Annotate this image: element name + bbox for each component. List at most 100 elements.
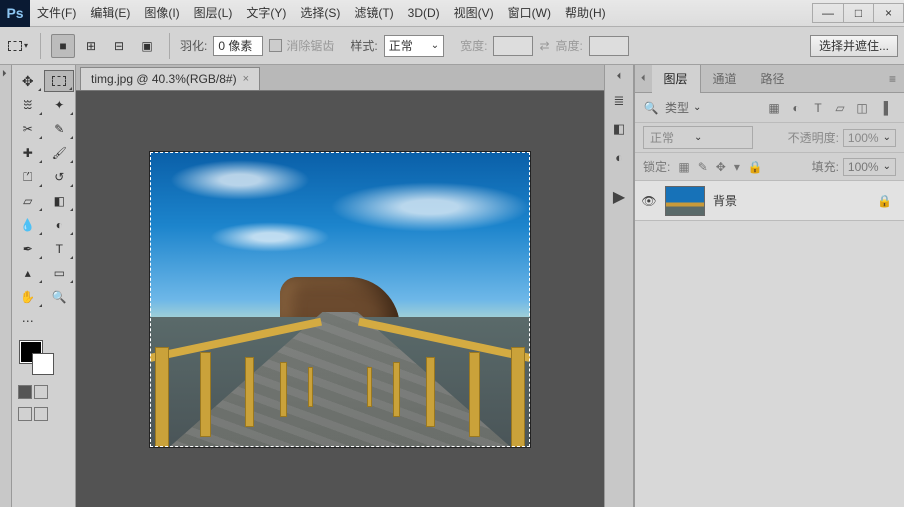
adjustments-panel-icon[interactable]: ◐	[609, 148, 629, 166]
menu-help[interactable]: 帮助(H)	[558, 0, 613, 27]
history-brush-tool[interactable]: ↺	[45, 166, 75, 188]
lock-trans-icon[interactable]: ▦	[678, 160, 689, 174]
menu-filter[interactable]: 滤镜(T)	[347, 0, 400, 27]
history-panel-icon[interactable]: ≣	[609, 92, 629, 110]
wand-icon: ✦	[54, 98, 64, 112]
menu-layer[interactable]: 图层(L)	[187, 0, 240, 27]
eraser-icon: ▱	[23, 194, 32, 208]
style-label: 样式:	[350, 37, 377, 54]
quick-mask-button[interactable]	[18, 385, 32, 399]
menu-edit[interactable]: 编辑(E)	[83, 0, 137, 27]
background-swatch[interactable]	[32, 353, 54, 375]
marquee-tool[interactable]	[44, 70, 74, 92]
close-tab-icon[interactable]: ×	[243, 73, 249, 85]
lock-nest-icon[interactable]: ▾	[734, 160, 740, 174]
hand-tool[interactable]: ✋	[13, 286, 43, 308]
crop-tool[interactable]: ✂	[13, 118, 43, 140]
eyedropper-tool[interactable]: ✎	[45, 118, 75, 140]
actions-play-icon[interactable]: ▶	[609, 188, 629, 206]
layer-thumbnail[interactable]	[665, 186, 705, 216]
tab-layers[interactable]: 图层	[652, 65, 701, 93]
menu-select[interactable]: 选择(S)	[293, 0, 347, 27]
screen-mode-std-button[interactable]	[18, 407, 32, 421]
collapsed-panel-strip: ⏴ ≣ ◧ ◐ ▶	[604, 65, 634, 507]
layer-item-background[interactable]: 👁 背景 🔒	[635, 181, 904, 221]
pen-tool[interactable]: ✒	[13, 238, 43, 260]
dodge-tool[interactable]: ◐	[45, 214, 75, 236]
filter-type-icon[interactable]: T	[810, 100, 826, 116]
style-select[interactable]: 正常 ⌄	[384, 35, 444, 57]
filter-pixel-icon[interactable]: ▦	[766, 100, 782, 116]
expand-icon[interactable]: ⏴	[635, 73, 652, 84]
minimize-button[interactable]: —	[813, 4, 843, 22]
new-selection-button[interactable]: ■	[51, 34, 75, 58]
menu-view[interactable]: 视图(V)	[447, 0, 501, 27]
menu-window[interactable]: 窗口(W)	[501, 0, 558, 27]
screen-mode-button[interactable]	[34, 385, 48, 399]
maximize-button[interactable]: □	[843, 4, 873, 22]
filter-toggle-icon[interactable]: ▌	[880, 100, 896, 116]
path-select-tool[interactable]: ▴	[13, 262, 43, 284]
menu-file[interactable]: 文件(F)	[30, 0, 83, 27]
select-and-mask-button[interactable]: 选择并遮住...	[810, 35, 898, 57]
marquee-icon	[8, 41, 22, 51]
quick-select-tool[interactable]: ✦	[45, 94, 75, 116]
tool-preset-picker[interactable]: ▾	[6, 34, 30, 58]
height-label: 高度:	[556, 37, 583, 54]
eyedropper-icon: ✎	[54, 122, 64, 136]
spacer	[45, 310, 75, 332]
blend-row: 正常 ⌄ 不透明度: 100% ⌄	[635, 123, 904, 153]
gradient-tool[interactable]: ◧	[45, 190, 75, 212]
properties-panel-icon[interactable]: ◧	[609, 120, 629, 138]
filter-type-select[interactable]: 类型 ⌄	[665, 99, 760, 116]
stamp-tool[interactable]: ⏍	[13, 166, 43, 188]
antialias-checkbox	[269, 39, 282, 52]
tab-channels[interactable]: 通道	[701, 65, 749, 93]
selection-mode-group: ■ ⊞ ⊟ ▣	[51, 34, 159, 58]
visibility-toggle[interactable]: 👁	[641, 194, 657, 208]
fill-input[interactable]: 100% ⌄	[843, 158, 896, 176]
antialias-label: 消除锯齿	[286, 37, 334, 54]
layer-name[interactable]: 背景	[713, 192, 869, 209]
history-brush-icon: ↺	[54, 170, 64, 184]
canvas-view[interactable]	[76, 91, 604, 507]
blur-tool[interactable]: 💧	[13, 214, 43, 236]
menu-type[interactable]: 文字(Y)	[239, 0, 293, 27]
type-tool[interactable]: T	[45, 238, 75, 260]
filter-smart-icon[interactable]: ◫	[854, 100, 870, 116]
lasso-icon: ꖿ	[23, 98, 32, 113]
lock-paint-icon[interactable]: ✎	[698, 160, 708, 174]
left-collapse-strip[interactable]: ⏵	[0, 65, 12, 507]
expand-icon[interactable]: ⏴	[617, 71, 622, 82]
shape-tool[interactable]: ▭	[45, 262, 75, 284]
close-button[interactable]: ×	[873, 4, 903, 22]
opacity-input[interactable]: 100% ⌄	[843, 129, 896, 147]
zoom-tool[interactable]: 🔍	[45, 286, 75, 308]
lock-all-icon[interactable]: 🔒	[748, 160, 763, 174]
filter-adjust-icon[interactable]: ◐	[788, 100, 804, 116]
subtract-selection-button[interactable]: ⊟	[107, 34, 131, 58]
filter-shape-icon[interactable]: ▱	[832, 100, 848, 116]
menu-3d[interactable]: 3D(D)	[401, 0, 447, 27]
move-tool[interactable]: ✥	[13, 70, 42, 92]
dodge-icon: ◐	[56, 218, 63, 232]
canvas-image[interactable]	[150, 152, 530, 447]
eraser-tool[interactable]: ▱	[13, 190, 43, 212]
edit-toolbar-button[interactable]: ⋯	[13, 310, 43, 332]
style-value: 正常	[389, 37, 413, 54]
panel-menu-button[interactable]: ≡	[881, 72, 904, 86]
add-selection-button[interactable]: ⊞	[79, 34, 103, 58]
lasso-tool[interactable]: ꖿ	[13, 94, 43, 116]
tab-paths[interactable]: 路径	[749, 65, 797, 93]
blend-mode-select[interactable]: 正常 ⌄	[643, 126, 753, 149]
intersect-selection-button[interactable]: ▣	[135, 34, 159, 58]
color-swatches[interactable]	[12, 341, 75, 381]
brush-tool[interactable]: 🖌	[45, 142, 75, 164]
lock-pos-icon[interactable]: ✥	[716, 160, 726, 174]
feather-input[interactable]: 0 像素	[213, 36, 263, 56]
screen-mode-full-button[interactable]	[34, 407, 48, 421]
document-tab[interactable]: timg.jpg @ 40.3%(RGB/8#) ×	[80, 67, 260, 90]
healing-tool[interactable]: ✚	[13, 142, 43, 164]
layers-list: 👁 背景 🔒	[635, 181, 904, 507]
menu-image[interactable]: 图像(I)	[137, 0, 186, 27]
